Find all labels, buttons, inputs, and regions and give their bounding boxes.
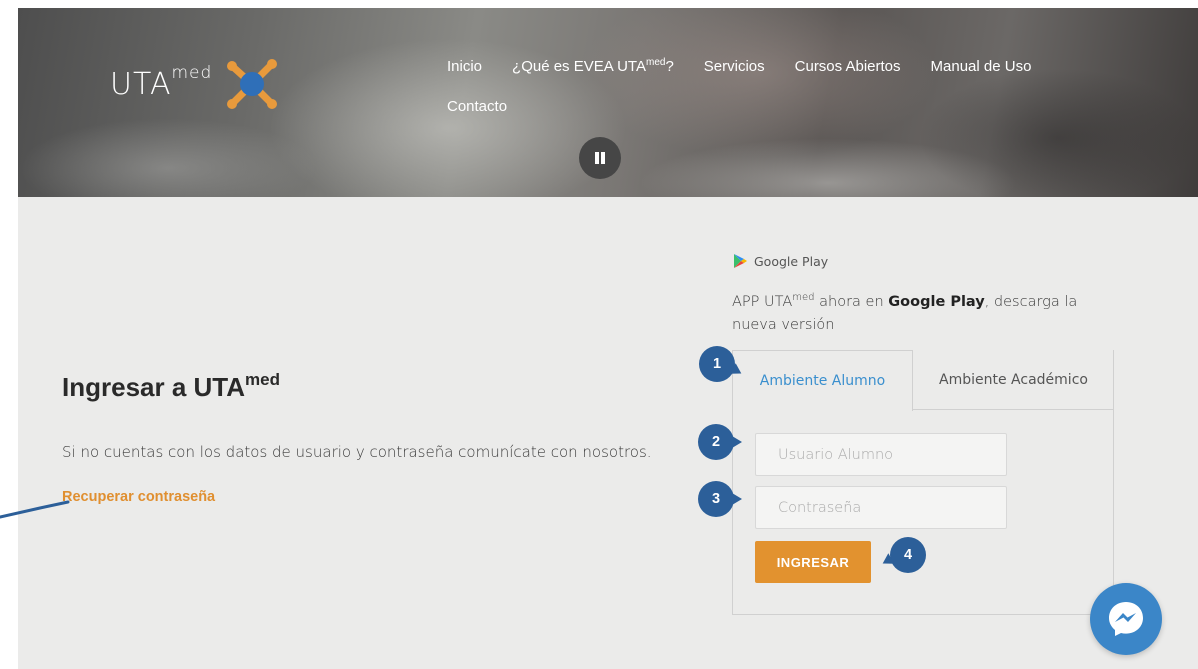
recover-password-link[interactable]: Recuperar contraseña — [62, 489, 215, 505]
google-play-icon — [734, 254, 747, 268]
nav-servicios[interactable]: Servicios — [704, 58, 765, 75]
nav-manual-de-uso[interactable]: Manual de Uso — [931, 58, 1032, 75]
callout-2: 2 — [698, 424, 742, 460]
page-subtitle: Si no cuentas con los datos de usuario y… — [62, 443, 652, 461]
nav-row-2: Contacto — [438, 96, 1078, 116]
logo-network-icon — [227, 59, 278, 109]
tab-ambiente-alumno[interactable]: Ambiente Alumno — [732, 350, 913, 411]
tab-ambiente-academico[interactable]: Ambiente Académico — [913, 350, 1114, 410]
nav-row-1: Inicio ¿Qué es EVEA UTAmed? Servicios Cu… — [438, 56, 1078, 76]
messenger-chat-button[interactable] — [1090, 583, 1162, 655]
ingresar-button[interactable]: INGRESAR — [755, 541, 871, 583]
password-input[interactable] — [755, 486, 1007, 529]
hero-header: UTAmed Inicio ¿Qué es EVEA UTAmed? Servi… — [18, 8, 1198, 197]
app-promo-text: APP UTAmed ahora en Google Play, descarg… — [732, 292, 1078, 333]
google-play-badge[interactable]: Google Play — [732, 253, 828, 269]
main-nav: Inicio ¿Qué es EVEA UTAmed? Servicios Cu… — [438, 56, 1078, 116]
nav-contacto[interactable]: Contacto — [447, 98, 507, 115]
pause-icon — [595, 152, 605, 164]
username-input[interactable] — [755, 433, 1007, 476]
google-play-label: Google Play — [754, 253, 829, 269]
messenger-icon — [1109, 602, 1143, 636]
nav-que-es-evea[interactable]: ¿Qué es EVEA UTAmed? — [512, 57, 674, 75]
callout-1: 1 — [699, 346, 735, 382]
page-title: Ingresar a UTAmed — [62, 370, 280, 402]
nav-cursos-abiertos[interactable]: Cursos Abiertos — [795, 58, 901, 75]
callout-3: 3 — [698, 481, 742, 517]
nav-inicio[interactable]: Inicio — [447, 58, 482, 75]
video-pause-button[interactable] — [579, 137, 621, 179]
site-logo[interactable]: UTAmed — [110, 56, 280, 112]
logo-text: UTAmed — [110, 62, 213, 102]
callout-4: 4 — [890, 537, 926, 573]
